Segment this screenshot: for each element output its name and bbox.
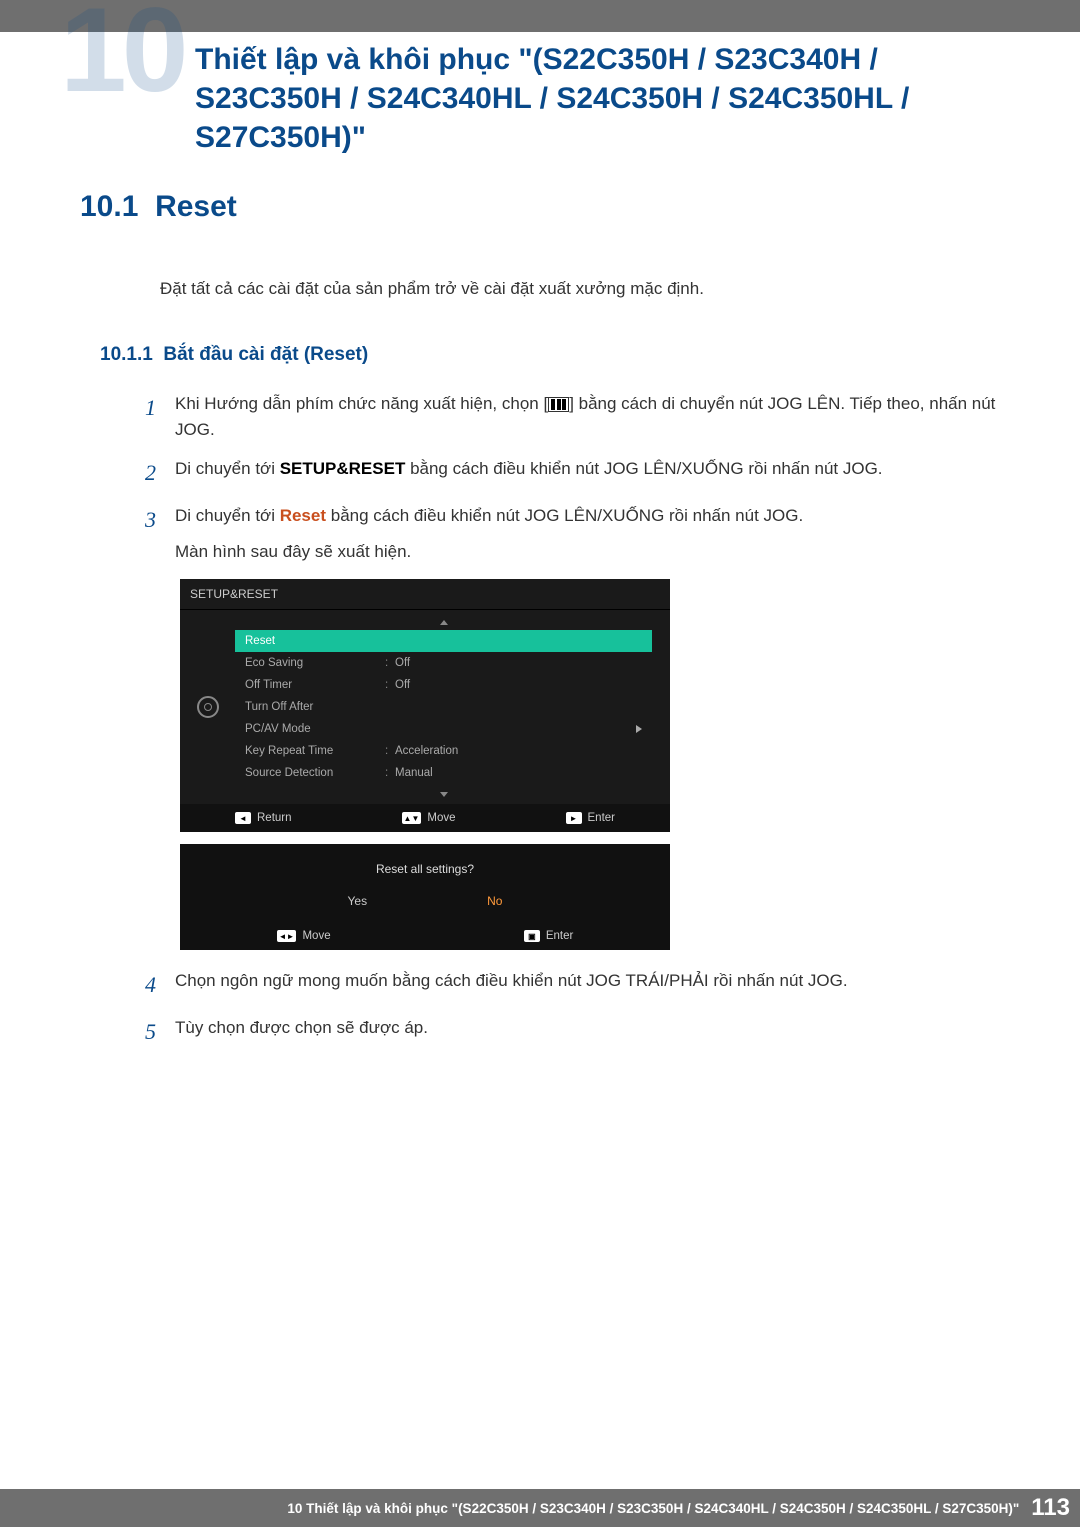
osd-colon: : xyxy=(385,745,395,757)
osd-item-label: Source Detection xyxy=(245,767,385,779)
osd-screenshot: SETUP&RESET ResetEco Saving:OffOff Timer… xyxy=(180,579,1020,950)
osd-item-label: Eco Saving xyxy=(245,657,385,669)
osd-confirm-footer: ◄► Move ▣ Enter xyxy=(180,922,670,950)
osd-menu-item[interactable]: Turn Off After xyxy=(235,696,652,718)
osd-item-label: Off Timer xyxy=(245,679,385,691)
osd-item-label: Key Repeat Time xyxy=(245,745,385,757)
step-text: bằng cách điều khiển nút JOG LÊN/XUỐNG r… xyxy=(405,459,882,478)
section-description: Đặt tất cả các cài đặt của sản phẩm trở … xyxy=(160,279,1020,299)
confirm-question: Reset all settings? xyxy=(180,862,670,876)
osd-menu-item[interactable]: PC/AV Mode xyxy=(235,718,652,740)
hint-label: Move xyxy=(427,812,455,824)
step-body: Di chuyển tới Reset bằng cách điều khiển… xyxy=(175,503,1020,564)
page-footer: 10 Thiết lập và khôi phục "(S22C350H / S… xyxy=(0,1489,1080,1527)
osd-item-value: Off xyxy=(395,679,642,691)
step-number: 2 xyxy=(145,456,175,489)
footer-text: 10 Thiết lập và khôi phục "(S22C350H / S… xyxy=(287,1501,1019,1516)
hint-label: Enter xyxy=(588,812,616,824)
osd-menu-item[interactable]: Key Repeat Time:Acceleration xyxy=(235,740,652,762)
osd-item-label: PC/AV Mode xyxy=(245,723,385,735)
osd-enter-hint: ▣ Enter xyxy=(524,930,574,942)
step-text: Di chuyển tới xyxy=(175,459,280,478)
hint-label: Move xyxy=(302,930,330,942)
page-number: 113 xyxy=(1031,1494,1070,1522)
updown-key-icon: ▲▼ xyxy=(402,812,422,824)
osd-category-icon-col xyxy=(180,610,235,804)
step-5: 5 Tùy chọn được chọn sẽ được áp. xyxy=(145,1015,1020,1048)
chapter-number-bg: 10 xyxy=(60,0,183,110)
step-body: Di chuyển tới SETUP&RESET bằng cách điều… xyxy=(175,456,1020,482)
osd-item-value: Acceleration xyxy=(395,745,642,757)
scroll-up-icon xyxy=(440,620,448,625)
osd-submenu-arrow-col xyxy=(652,610,670,804)
step-text: bằng cách điều khiển nút JOG LÊN/XUỐNG r… xyxy=(326,506,803,525)
osd-item-value: Manual xyxy=(395,767,642,779)
subsection-number: 10.1.1 xyxy=(100,344,153,365)
osd-item-label: Reset xyxy=(245,635,385,647)
menu-name-bold: SETUP&RESET xyxy=(280,459,406,478)
step-4: 4 Chọn ngôn ngữ mong muốn bằng cách điều… xyxy=(145,968,1020,1001)
osd-move-hint: ◄► Move xyxy=(277,930,331,942)
chapter-title: Thiết lập và khôi phục "(S22C350H / S23C… xyxy=(195,40,1020,157)
step-body: Tùy chọn được chọn sẽ được áp. xyxy=(175,1015,1020,1041)
osd-colon: : xyxy=(385,679,395,691)
subsection-name: Bắt đầu cài đặt (Reset) xyxy=(163,344,368,365)
osd-confirm-dialog: Reset all settings? Yes No ◄► Move ▣ Enter xyxy=(180,844,670,950)
step-note: Màn hình sau đây sẽ xuất hiện. xyxy=(175,542,411,561)
osd-footer: ◄ Return ▲▼ Move ► Enter xyxy=(180,804,670,832)
osd-header: SETUP&RESET xyxy=(180,579,670,610)
osd-menu-list: ResetEco Saving:OffOff Timer:OffTurn Off… xyxy=(235,610,652,804)
section-name: Reset xyxy=(155,190,237,223)
right-key-icon: ► xyxy=(566,812,582,824)
step-body: Khi Hướng dẫn phím chức năng xuất hiện, … xyxy=(175,391,1020,442)
hint-label: Return xyxy=(257,812,292,824)
osd-item-value: Off xyxy=(395,657,642,669)
leftright-key-icon: ◄► xyxy=(277,930,297,942)
section-title: 10.1 Reset xyxy=(80,190,1020,224)
osd-enter-hint: ► Enter xyxy=(566,812,616,824)
section-number: 10.1 xyxy=(80,190,138,223)
submenu-arrow-icon xyxy=(636,725,642,733)
left-key-icon: ◄ xyxy=(235,812,251,824)
step-body: Chọn ngôn ngữ mong muốn bằng cách điều k… xyxy=(175,968,1020,994)
osd-move-hint: ▲▼ Move xyxy=(402,812,456,824)
confirm-no[interactable]: No xyxy=(487,894,502,908)
step-number: 5 xyxy=(145,1015,175,1048)
step-3: 3 Di chuyển tới Reset bằng cách điều khi… xyxy=(145,503,1020,564)
step-2: 2 Di chuyển tới SETUP&RESET bằng cách đi… xyxy=(145,456,1020,489)
content: 10.1 Reset Đặt tất cả các cài đặt của sả… xyxy=(80,190,1020,1062)
subsection-title: 10.1.1 Bắt đầu cài đặt (Reset) xyxy=(100,344,1020,366)
hint-label: Enter xyxy=(546,930,574,942)
scroll-down-icon xyxy=(440,792,448,797)
gear-icon xyxy=(197,696,219,718)
step-1: 1 Khi Hướng dẫn phím chức năng xuất hiện… xyxy=(145,391,1020,442)
menu-icon xyxy=(548,397,569,412)
osd-colon: : xyxy=(385,767,395,779)
press-key-icon: ▣ xyxy=(524,930,540,942)
osd-return-hint: ◄ Return xyxy=(235,812,292,824)
step-number: 3 xyxy=(145,503,175,536)
osd-menu-item[interactable]: Eco Saving:Off xyxy=(235,652,652,674)
osd-menu-item[interactable]: Source Detection:Manual xyxy=(235,762,652,784)
step-number: 1 xyxy=(145,391,175,424)
confirm-yes[interactable]: Yes xyxy=(348,894,368,908)
step-text: Khi Hướng dẫn phím chức năng xuất hiện, … xyxy=(175,394,548,413)
step-text: Di chuyển tới xyxy=(175,506,280,525)
osd-menu-item[interactable]: Reset xyxy=(235,630,652,652)
step-number: 4 xyxy=(145,968,175,1001)
osd-item-label: Turn Off After xyxy=(245,701,385,713)
osd-colon: : xyxy=(385,657,395,669)
menu-name-highlight: Reset xyxy=(280,506,326,525)
osd-menu-item[interactable]: Off Timer:Off xyxy=(235,674,652,696)
